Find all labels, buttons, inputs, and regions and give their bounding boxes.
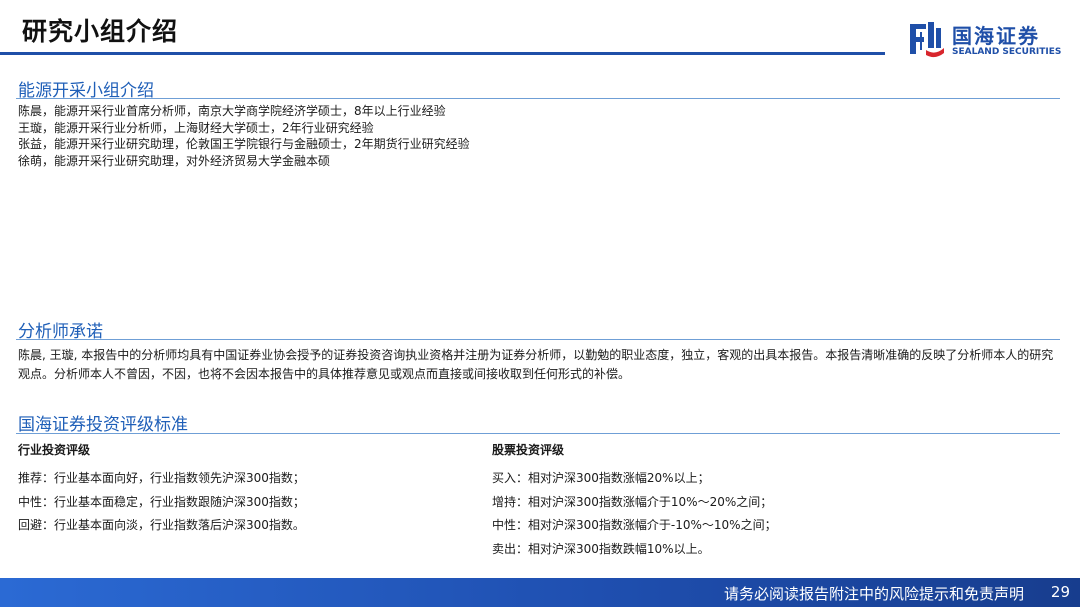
page-title: 研究小组介绍 [22, 17, 179, 46]
logo-english-name: SEALAND SECURITIES [952, 47, 1062, 57]
industry-rating-column: 行业投资评级 推荐：行业基本面向好，行业指数领先沪深300指数； 中性：行业基本… [18, 441, 305, 538]
ratings-section-heading: 国海证券投资评级标准 [18, 415, 188, 435]
industry-rating-item: 回避：行业基本面向淡，行业指数落后沪深300指数。 [18, 518, 305, 532]
logo-chinese-name: 国海证券 [952, 24, 1040, 48]
industry-rating-item: 中性：行业基本面稳定，行业指数跟随沪深300指数； [18, 494, 305, 509]
analyst-commitment-text: 陈晨, 王璇, 本报告中的分析师均具有中国证券业协会授予的证券投资咨询执业资格并… [18, 348, 1054, 381]
commitment-section-divider [16, 339, 1060, 340]
team-member: 徐萌，能源开采行业研究助理，对外经济贸易大学金融本硕 [18, 153, 331, 168]
stock-rating-item: 增持：相对沪深300指数涨幅介于10%～20%之间； [492, 494, 773, 509]
footer-disclaimer: 请务必阅读报告附注中的风险提示和免责声明 [723, 585, 1024, 603]
team-member: 张益，能源开采行业研究助理，伦敦国王学院银行与金融硕士，2年期货行业研究经验 [18, 137, 470, 151]
industry-rating-item: 推荐：行业基本面向好，行业指数领先沪深300指数； [18, 471, 305, 485]
ratings-section-divider [16, 433, 1060, 434]
title-divider [0, 52, 885, 55]
stock-rating-title: 股票投资评级 [492, 443, 565, 457]
sealand-logo-icon [910, 22, 944, 58]
stock-rating-item: 中性：相对沪深300指数涨幅介于-10%～10%之间； [492, 518, 777, 532]
stock-rating-item: 买入：相对沪深300指数涨幅20%以上； [492, 471, 710, 485]
team-member: 王璇，能源开采行业分析师，上海财经大学硕士，2年行业研究经验 [18, 120, 374, 135]
footer-bar: 请务必阅读报告附注中的风险提示和免责声明 29 [0, 578, 1080, 607]
team-section-divider [16, 98, 1060, 99]
stock-rating-item: 卖出：相对沪深300指数跌幅10%以上。 [492, 541, 710, 556]
stock-rating-column: 股票投资评级 买入：相对沪深300指数涨幅20%以上； 增持：相对沪深300指数… [492, 441, 777, 561]
page-number: 29 [1050, 583, 1070, 601]
team-member-list: 陈晨，能源开采行业首席分析师，南京大学商学院经济学硕士，8年以上行业经验 王璇，… [18, 103, 1058, 169]
company-logo: 国海证券 SEALAND SECURITIES [908, 20, 1068, 60]
team-member: 陈晨，能源开采行业首席分析师，南京大学商学院经济学硕士，8年以上行业经验 [18, 104, 446, 118]
industry-rating-title: 行业投资评级 [18, 443, 91, 457]
